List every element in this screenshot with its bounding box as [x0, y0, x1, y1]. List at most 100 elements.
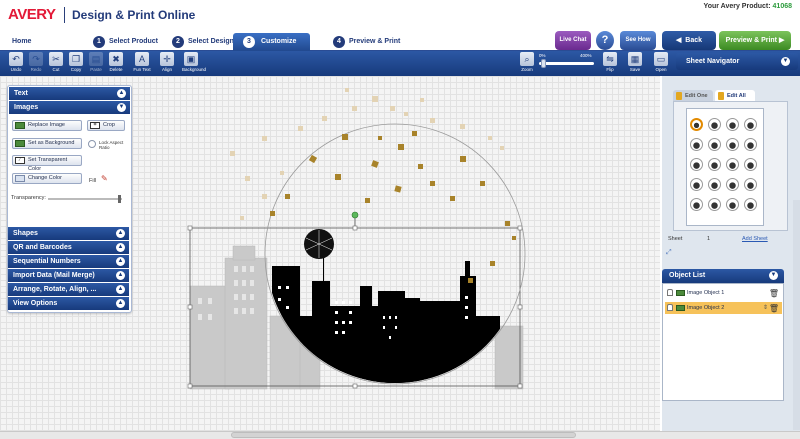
label-thumbnail[interactable] [744, 178, 757, 191]
section-view-options[interactable]: View Options ▲ [8, 297, 129, 310]
trash-icon[interactable]: 🗑 [769, 303, 779, 315]
see-how-button[interactable]: See How [620, 31, 656, 50]
object-list-item-selected[interactable]: Image Object 2 ⇕ 🗑 [665, 302, 782, 314]
tool-label: Copy [70, 67, 82, 72]
back-button[interactable]: ◀ Back [662, 31, 716, 50]
background-tool[interactable]: ▣ Background [182, 52, 206, 72]
save-tool[interactable]: ▦ Save [626, 52, 644, 72]
open-tool[interactable]: ▭ Open [652, 52, 670, 72]
object-list-item[interactable]: Image Object 1 🗑 [665, 287, 782, 299]
redo-tool[interactable]: ↷ Redo [27, 52, 45, 72]
label-thumbnail[interactable] [690, 198, 703, 211]
section-qr-barcodes[interactable]: QR and Barcodes ▲ [8, 241, 129, 254]
label-thumbnail[interactable] [708, 138, 721, 151]
section-shapes[interactable]: Shapes ▲ [8, 227, 129, 240]
tool-label: Align [161, 67, 172, 72]
label-thumbnail[interactable] [690, 138, 703, 151]
label-thumbnail[interactable] [744, 198, 757, 211]
horizontal-scrollbar-thumb[interactable] [231, 432, 576, 438]
align-tool[interactable]: ✛ Align [158, 52, 176, 72]
chevron-down-icon: ▼ [769, 271, 778, 280]
label-thumbnail[interactable] [726, 138, 739, 151]
step-select-product[interactable]: 1 Select Product [93, 33, 158, 51]
paste-tool[interactable]: ▤ Paste [87, 52, 105, 72]
home-tab[interactable]: Home [12, 35, 31, 49]
label-thumbnail[interactable] [726, 118, 739, 131]
label-thumbnail[interactable] [708, 118, 721, 131]
trash-icon[interactable]: 🗑 [769, 288, 779, 300]
avery-logo[interactable]: AVERY [8, 6, 56, 23]
tab-label: Edit One [685, 93, 708, 99]
section-images[interactable]: Images ▼ [9, 101, 130, 114]
lock-icon[interactable] [667, 304, 673, 311]
transparency-slider[interactable] [48, 198, 122, 200]
label-thumbnail[interactable] [726, 198, 739, 211]
label-thumbnail[interactable] [726, 158, 739, 171]
flip-tool[interactable]: ⇋ Flip [601, 52, 619, 72]
replace-image-button[interactable]: Replace Image [12, 120, 82, 131]
vertical-scrollbar[interactable] [793, 200, 800, 430]
step-customize[interactable]: 3 Customize [233, 33, 311, 51]
section-import-data[interactable]: Import Data (Mail Merge) ▲ [8, 269, 129, 282]
step-preview-print[interactable]: 4 Preview & Print [333, 33, 400, 51]
section-text[interactable]: Text ▲ [9, 87, 130, 100]
step-label: Select Design [188, 38, 234, 45]
lock-aspect-toggle[interactable] [88, 140, 96, 148]
eyedropper-icon: ⁄ [15, 157, 25, 164]
label-thumbnail[interactable] [708, 178, 721, 191]
chevron-up-icon: ▲ [116, 229, 125, 238]
zoom-tool[interactable]: ⌕ Zoom [518, 52, 536, 72]
magnifier-icon: ⌕ [520, 52, 534, 66]
help-button[interactable]: ? [596, 31, 614, 50]
section-label: QR and Barcodes [13, 244, 72, 251]
app-header: AVERY Design & Print Online Your Avery P… [0, 0, 800, 31]
lock-icon[interactable] [667, 289, 673, 296]
image-icon [15, 140, 25, 147]
reorder-arrows-icon[interactable]: ⇕ [763, 302, 768, 314]
change-color-button[interactable]: Change Color [12, 173, 82, 184]
object-list-header[interactable]: Object List ▼ [662, 269, 784, 283]
set-transparent-color-button[interactable]: ⁄ Set Transparent Color [12, 155, 82, 172]
label-thumbnail[interactable] [708, 158, 721, 171]
transparency-slider-thumb[interactable] [118, 195, 121, 203]
copy-tool[interactable]: ❐ Copy [67, 52, 85, 72]
step-select-design[interactable]: 2 Select Design [172, 33, 234, 51]
preview-print-button[interactable]: Preview & Print ▶ [719, 31, 791, 50]
section-arrange[interactable]: Arrange, Rotate, Align, ... ▲ [8, 283, 129, 296]
label-thumbnail[interactable] [744, 158, 757, 171]
tool-label: Delete [109, 67, 123, 72]
label-thumbnail-selected[interactable] [690, 118, 703, 131]
rotate-handle [351, 211, 359, 219]
live-chat-button[interactable]: Live Chat [555, 31, 591, 50]
crop-button[interactable]: ⌗ Crop [87, 120, 125, 131]
confetti-dark [270, 131, 516, 283]
image-icon [15, 122, 25, 129]
set-background-button[interactable]: Set as Background [12, 138, 82, 149]
label-thumbnail[interactable] [690, 178, 703, 191]
label-thumbnail[interactable] [744, 138, 757, 151]
delete-tool[interactable]: ✖ Delete [107, 52, 125, 72]
label-thumbnail[interactable] [690, 158, 703, 171]
sheet-navigator-header[interactable]: Sheet Navigator ▼ [676, 53, 798, 70]
pencil-icon[interactable]: ✎ [101, 174, 110, 183]
add-sheet-link[interactable]: Add Sheet [742, 236, 768, 242]
undo-tool[interactable]: ↶ Undo [7, 52, 25, 72]
fun-text-tool[interactable]: A Fun Text [133, 52, 151, 72]
chevron-down-icon: ▼ [117, 103, 126, 112]
section-sequential-numbers[interactable]: Sequential Numbers ▲ [8, 255, 129, 268]
label-thumbnail[interactable] [726, 178, 739, 191]
chevron-up-icon: ▲ [116, 243, 125, 252]
section-label: View Options [13, 300, 58, 307]
zoom-slider-track[interactable] [539, 62, 594, 65]
image-icon [676, 290, 685, 296]
section-label: Import Data (Mail Merge) [13, 272, 95, 279]
page-icon [676, 92, 682, 100]
object-label: Image Object 1 [687, 290, 725, 296]
tool-label: Redo [30, 67, 42, 72]
expand-icon[interactable]: ⤢ [666, 249, 672, 257]
button-label: Set as Background [28, 140, 75, 146]
label-thumbnail[interactable] [744, 118, 757, 131]
label-thumbnail[interactable] [708, 198, 721, 211]
zoom-slider-thumb[interactable] [541, 59, 546, 68]
cut-tool[interactable]: ✂ Cut [47, 52, 65, 72]
